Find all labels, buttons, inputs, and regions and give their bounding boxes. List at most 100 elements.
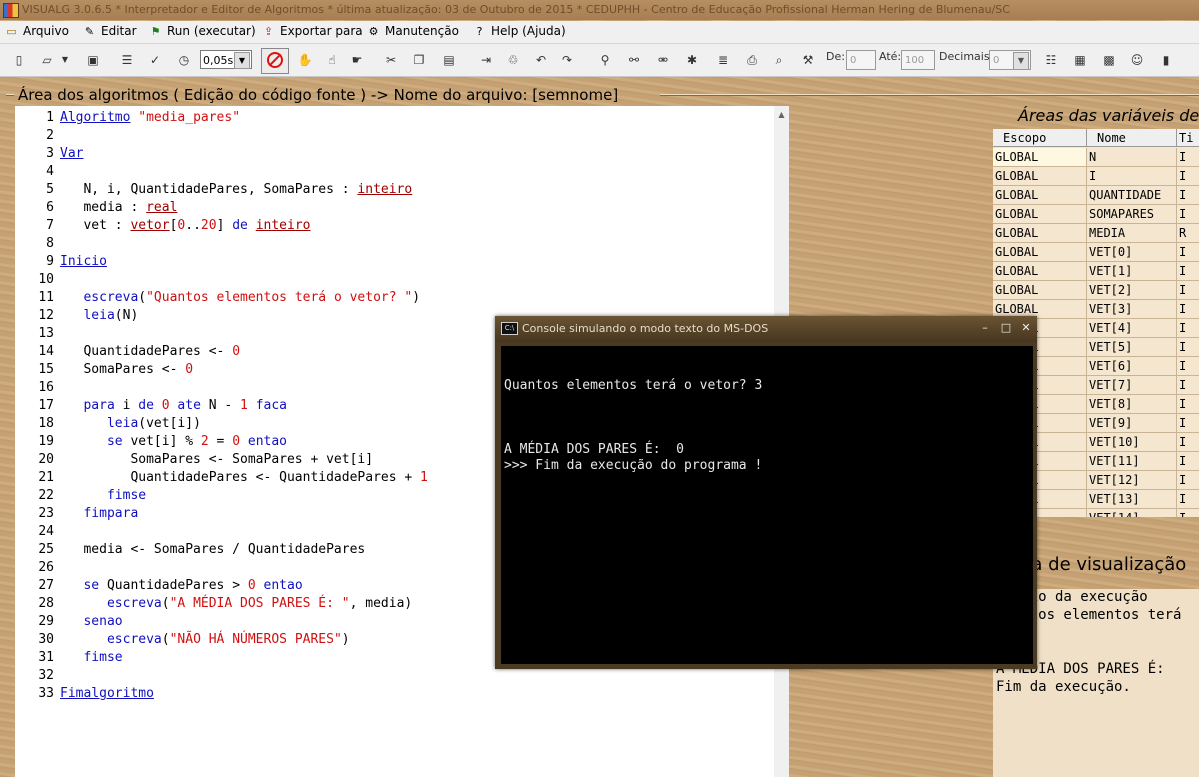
maximize-icon[interactable]: □ [999,321,1013,335]
code-text[interactable]: Var [60,145,83,163]
menu-manutencao[interactable]: ⚙ Manutenção [366,24,459,40]
ate-field[interactable]: 100 [901,50,935,70]
save-icon[interactable]: ▣ [84,51,102,69]
code-line[interactable]: 1 Algoritmo "media_pares" [15,109,775,127]
table-row[interactable]: GLOBAL I I [993,167,1199,186]
stop-button[interactable] [261,48,289,74]
code-text[interactable]: vet : vetor[0..20] de inteiro [60,217,310,235]
code-text[interactable]: fimse [60,649,122,667]
code-text[interactable]: escreva("NÃO HÁ NÚMEROS PARES") [60,631,350,649]
table-row[interactable]: GLOBAL QUANTIDADE I [993,186,1199,205]
open-file-icon[interactable]: ▱ [38,51,56,69]
calculator-icon[interactable]: ▦ [1071,51,1089,69]
config-icon[interactable]: ☷ [1042,51,1060,69]
code-text[interactable]: para i de 0 ate N - 1 faca [60,397,287,415]
code-text[interactable]: media <- SomaPares / QuantidadePares [60,541,365,559]
column-header-tipo[interactable]: Ti [1177,129,1199,147]
chevron-down-icon[interactable]: ▼ [234,52,250,69]
print-icon[interactable]: ⎙ [743,51,761,69]
console-title-bar[interactable]: C:\ Console simulando o modo texto do MS… [495,316,1037,342]
find-next-icon[interactable]: ⚯ [625,51,643,69]
column-header-nome[interactable]: Nome [1087,129,1177,147]
redo-icon[interactable]: ↷ [558,51,576,69]
step-icon[interactable]: ☝ [323,51,341,69]
code-text[interactable]: SomaPares <- SomaPares + vet[i] [60,451,373,469]
code-text[interactable]: N, i, QuantidadePares, SomaPares : intei… [60,181,412,199]
code-text[interactable]: Algoritmo "media_pares" [60,109,240,127]
console-screen[interactable]: Quantos elementos terá o vetor? 3 A MÉDIA… [501,346,1033,664]
code-line[interactable]: 11 escreva("Quantos elementos terá o vet… [15,289,775,307]
code-text[interactable]: QuantidadePares <- QuantidadePares + 1 [60,469,427,487]
table-icon[interactable]: ▩ [1100,51,1118,69]
code-text[interactable]: SomaPares <- 0 [60,361,193,379]
code-text[interactable]: leia(N) [60,307,138,325]
open-dropdown-icon[interactable]: ▼ [60,51,70,69]
copy-icon[interactable]: ❐ [410,51,428,69]
hand-icon[interactable]: ✋ [296,51,314,69]
code-line[interactable]: 7 vet : vetor[0..20] de inteiro [15,217,775,235]
code-text[interactable]: escreva("A MÉDIA DOS PARES É: ", media) [60,595,412,613]
menu-arquivo[interactable]: ▭ Arquivo [4,24,69,40]
undo-icon[interactable]: ↶ [532,51,550,69]
table-cell-tipo: I [1177,205,1199,224]
table-row[interactable]: GLOBAL SOMAPARES I [993,205,1199,224]
code-text[interactable]: fimse [60,487,146,505]
code-line[interactable]: 9 Inicio [15,253,775,271]
speed-select[interactable]: 0,05s ▼ [200,50,252,69]
code-text[interactable]: se vet[i] % 2 = 0 entao [60,433,287,451]
minimize-icon[interactable]: – [978,321,992,335]
code-text[interactable]: leia(vet[i]) [60,415,201,433]
code-text[interactable]: QuantidadePares <- 0 [60,343,240,361]
console-window[interactable]: C:\ Console simulando o modo texto do MS… [495,316,1037,669]
menu-editar[interactable]: ✎ Editar [82,24,137,40]
chevron-down-icon[interactable]: ▼ [1013,52,1029,70]
indent-icon[interactable]: ⇥ [477,51,495,69]
code-line[interactable]: 5 N, i, QuantidadePares, SomaPares : int… [15,181,775,199]
code-line[interactable]: 4 [15,163,775,181]
trace-icon[interactable]: ☛ [348,51,366,69]
code-line[interactable]: 32 [15,667,775,685]
code-line[interactable]: 3 Var [15,145,775,163]
code-text[interactable]: Fimalgoritmo [60,685,154,703]
delete-icon[interactable]: ♲ [504,51,522,69]
close-icon[interactable]: ✕ [1019,321,1033,335]
table-row[interactable]: GLOBAL VET[2] I [993,281,1199,300]
table-row[interactable]: GLOBAL MEDIA R [993,224,1199,243]
menu-run[interactable]: ⚑ Run (executar) [148,24,256,40]
run-check-icon[interactable]: ✓ [146,51,164,69]
code-line[interactable]: 2 [15,127,775,145]
tools-icon[interactable]: ⚒ [799,51,817,69]
code-line[interactable]: 8 [15,235,775,253]
table-row[interactable]: GLOBAL VET[1] I [993,262,1199,281]
decimais-select[interactable]: 0 ▼ [989,50,1031,70]
table-row[interactable]: GLOBAL VET[0] I [993,243,1199,262]
replace-icon[interactable]: ⚮ [654,51,672,69]
bug-icon[interactable]: ✱ [683,51,701,69]
menu-help[interactable]: ? Help (Ajuda) [472,24,566,40]
code-text[interactable]: se QuantidadePares > 0 entao [60,577,302,595]
menu-exportar-label: Exportar para [280,24,363,38]
code-line[interactable]: 33 Fimalgoritmo [15,685,775,703]
code-text[interactable]: media : real [60,199,177,217]
numbering-icon[interactable]: ≣ [714,51,732,69]
paste-icon[interactable]: ▤ [440,51,458,69]
code-line[interactable]: 6 media : real [15,199,775,217]
scroll-up-icon[interactable]: ▲ [775,108,788,121]
timer-icon[interactable]: ◷ [175,51,193,69]
new-file-icon[interactable]: ▯ [10,51,28,69]
cut-icon[interactable]: ✂ [382,51,400,69]
code-text[interactable]: Inicio [60,253,107,271]
code-text[interactable]: senao [60,613,122,631]
code-text[interactable]: escreva("Quantos elementos terá o vetor?… [60,289,420,307]
users-icon[interactable]: ☺ [1128,51,1146,69]
zoom-icon[interactable]: ⌕ [770,51,788,69]
code-text[interactable]: fimpara [60,505,138,523]
table-row[interactable]: GLOBAL N I [993,148,1199,167]
exit-door-icon[interactable]: ▮ [1157,51,1175,69]
column-header-escopo[interactable]: Escopo [993,129,1087,147]
print-code-icon[interactable]: ☰ [118,51,136,69]
menu-exportar[interactable]: ⇪ Exportar para [261,24,363,40]
find-icon[interactable]: ⚲ [596,51,614,69]
de-field[interactable]: 0 [846,50,876,70]
code-line[interactable]: 10 [15,271,775,289]
